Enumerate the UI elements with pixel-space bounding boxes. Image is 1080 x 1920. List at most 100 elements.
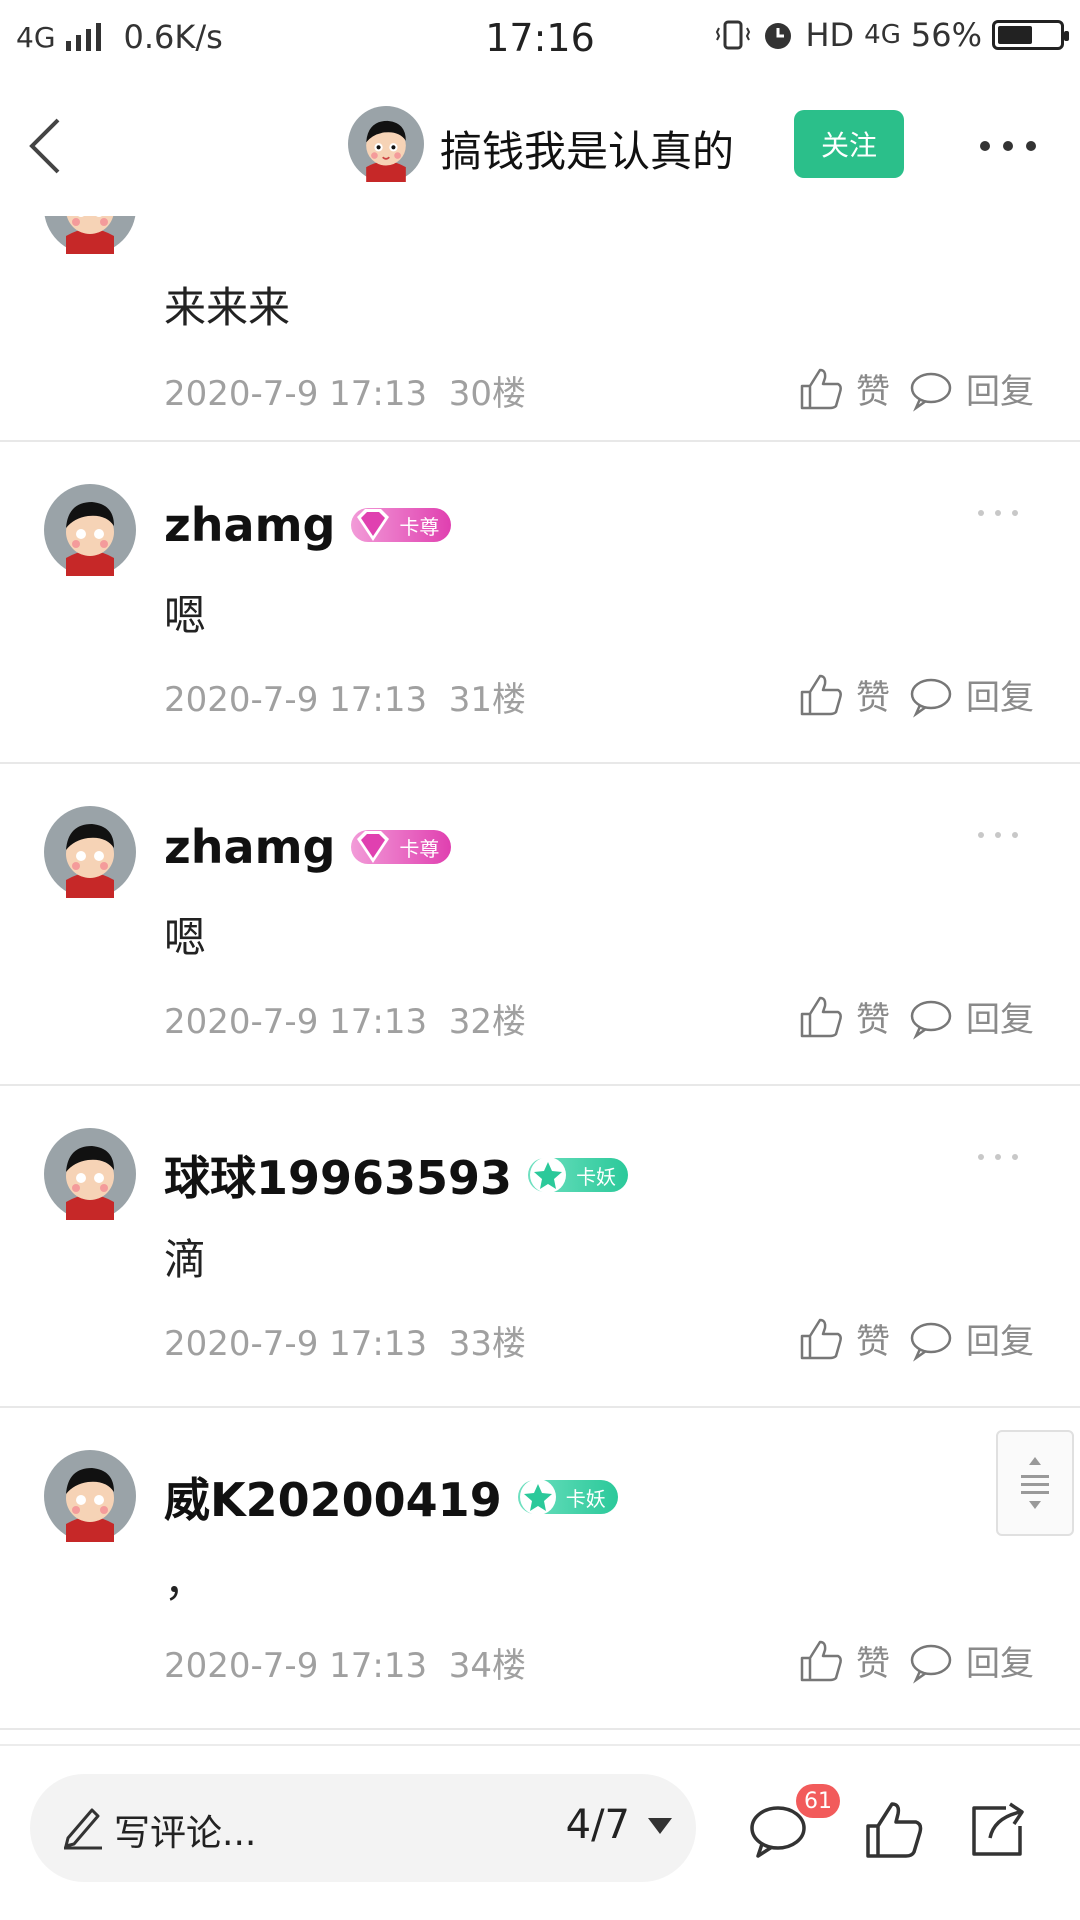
reply-button[interactable]: 回复 — [908, 670, 1034, 719]
pen-icon — [64, 1808, 102, 1850]
reply-label: 回复 — [966, 1000, 1034, 1040]
battery-percent: 56% — [910, 16, 982, 54]
page-indicator[interactable]: 4/7 — [566, 1802, 630, 1848]
comment-floor: 33楼 — [448, 1324, 527, 1364]
reply-label: 回复 — [966, 372, 1034, 412]
reply-label: 回复 — [966, 1644, 1034, 1684]
comment-text: 嗯 — [164, 913, 207, 962]
username-row: zhamg 卡尊 — [164, 498, 452, 552]
member-badge: 卡尊 — [351, 830, 452, 864]
username[interactable]: zhamg — [164, 820, 335, 874]
comment-floor: 30楼 — [448, 374, 527, 414]
avatar[interactable] — [44, 806, 136, 898]
thumbs-up-icon — [800, 1318, 842, 1359]
avatar[interactable] — [44, 484, 136, 576]
avatar[interactable] — [44, 1450, 136, 1542]
speech-bubble-icon — [910, 1322, 952, 1362]
badge-label: 卡妖 — [576, 1164, 617, 1189]
back-icon[interactable] — [26, 116, 66, 176]
comment-text: 滴 — [164, 1235, 207, 1284]
speech-bubble-icon — [910, 1644, 952, 1684]
member-badge: 卡尊 — [351, 508, 452, 542]
comment-placeholder: 写评论... — [114, 1813, 257, 1854]
share-icon[interactable] — [966, 1798, 1030, 1862]
comment-meta: 2020-7-9 17:13 32楼 — [164, 994, 526, 1043]
comment-time: 2020-7-9 17:13 — [164, 1002, 428, 1042]
username-row: 球球19963593 卡妖 — [164, 1142, 629, 1208]
comment-item: 球球19963593 卡妖 滴 2020-7-9 17:13 33楼 赞 回复 — [0, 1086, 1080, 1408]
comment-item: zhamg 卡尊 嗯 2020-7-9 17:13 32楼 赞 回复 — [0, 764, 1080, 1086]
top-nav: 搞钱我是认真的 关注 — [0, 76, 1080, 216]
comment-count-badge: 61 — [796, 1784, 840, 1818]
caret-down-icon[interactable] — [648, 1818, 672, 1834]
page-title: 搞钱我是认真的 — [440, 127, 735, 176]
comment-meta: 2020-7-9 17:13 30楼 — [164, 366, 526, 415]
comment-floor: 32楼 — [448, 1002, 527, 1042]
scroll-handle-icon — [1021, 1457, 1049, 1509]
status-bar: 4G 0.6K/s 17:16 HD 4G 56% — [0, 0, 1080, 76]
comment-meta: 2020-7-9 17:13 31楼 — [164, 672, 526, 721]
follow-button[interactable]: 关注 — [794, 110, 904, 178]
diamond-icon — [357, 509, 390, 541]
thumbs-up-icon — [800, 674, 842, 715]
comment-time: 2020-7-9 17:13 — [164, 1646, 428, 1686]
battery-icon — [992, 20, 1069, 50]
reply-button[interactable]: 回复 — [908, 364, 1034, 413]
username-row: zhamg 卡尊 — [164, 820, 452, 874]
alarm-icon — [765, 23, 792, 49]
avatar[interactable] — [44, 216, 136, 254]
avatar[interactable] — [348, 106, 424, 182]
reply-button[interactable]: 回复 — [908, 1636, 1034, 1685]
member-badge: 卡妖 — [517, 1479, 618, 1515]
more-options-icon[interactable] — [980, 126, 1036, 166]
vibrate-icon — [716, 20, 751, 50]
comment-meta: 2020-7-9 17:13 33楼 — [164, 1316, 526, 1365]
comment-meta: 2020-7-9 17:13 34楼 — [164, 1638, 526, 1687]
badge-label: 卡妖 — [565, 1486, 606, 1511]
comment-list[interactable]: 来来来 2020-7-9 17:13 30楼 赞 回复 zhamg 卡尊 嗯 2… — [0, 216, 1080, 1736]
comment-text: 嗯 — [164, 591, 207, 640]
like-button[interactable]: 赞 — [798, 1636, 890, 1685]
username[interactable]: 威K20200419 — [164, 1464, 502, 1530]
comment-floor: 34楼 — [448, 1646, 527, 1686]
scroll-position-button[interactable] — [996, 1430, 1074, 1536]
like-button[interactable]: 赞 — [798, 670, 890, 719]
badge-label: 卡尊 — [399, 514, 440, 539]
thumbs-up-icon[interactable] — [862, 1798, 926, 1862]
thumbs-up-icon — [800, 996, 842, 1037]
avatar[interactable] — [44, 1128, 136, 1220]
diamond-icon — [357, 831, 390, 863]
more-options-icon[interactable] — [978, 1154, 1018, 1164]
member-badge: 卡妖 — [528, 1157, 629, 1193]
comment-item: 来来来 2020-7-9 17:13 30楼 赞 回复 — [0, 216, 1080, 442]
like-label: 赞 — [856, 372, 890, 412]
reply-button[interactable]: 回复 — [908, 1314, 1034, 1363]
like-label: 赞 — [856, 1000, 890, 1040]
comment-item: 威K20200419 卡妖 ， 2020-7-9 17:13 34楼 赞 回复 — [0, 1408, 1080, 1730]
like-button[interactable]: 赞 — [798, 1314, 890, 1363]
more-options-icon[interactable] — [978, 832, 1018, 842]
username[interactable]: 球球19963593 — [164, 1142, 512, 1208]
star-icon — [530, 1157, 567, 1193]
like-button[interactable]: 赞 — [798, 364, 890, 413]
comment-time: 2020-7-9 17:13 — [164, 374, 428, 414]
username[interactable]: zhamg — [164, 498, 335, 552]
speech-bubble-icon — [910, 1000, 952, 1040]
like-label: 赞 — [856, 1644, 890, 1684]
comment-time: 2020-7-9 17:13 — [164, 680, 428, 720]
speech-bubble-icon — [910, 678, 952, 718]
comment-time: 2020-7-9 17:13 — [164, 1324, 428, 1364]
badge-label: 卡尊 — [399, 836, 440, 861]
comment-input[interactable]: 写评论... 4/7 — [30, 1774, 696, 1882]
like-button[interactable]: 赞 — [798, 992, 890, 1041]
more-options-icon[interactable] — [978, 510, 1018, 520]
reply-label: 回复 — [966, 678, 1034, 718]
like-label: 赞 — [856, 1322, 890, 1362]
thumbs-up-icon — [800, 368, 842, 409]
comment-text: ， — [164, 1557, 207, 1606]
thumbs-up-icon — [800, 1640, 842, 1681]
like-label: 赞 — [856, 678, 890, 718]
comment-floor: 31楼 — [448, 680, 527, 720]
reply-button[interactable]: 回复 — [908, 992, 1034, 1041]
speech-bubble-icon — [910, 372, 952, 412]
